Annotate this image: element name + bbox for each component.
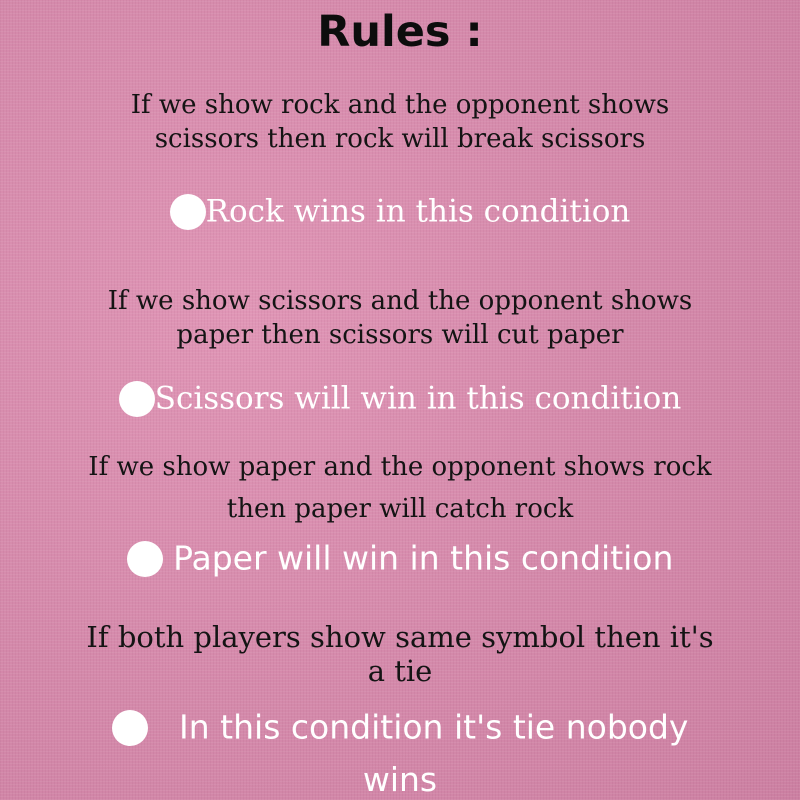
rule-scissors-outcome: Scissors will win in this condition (0, 377, 800, 419)
rule-line: a tie (367, 654, 433, 688)
rule-line: paper then scissors will cut paper (176, 320, 624, 350)
outcome-text: Rock wins in this condition (205, 193, 631, 230)
rule-line: If we show rock and the opponent shows (130, 90, 670, 120)
rule-paper-description: If we show paper and the opponent shows … (0, 450, 800, 526)
bullet-circle-icon (118, 380, 155, 417)
rule-tie-description: If both players show same symbol then it… (0, 620, 800, 688)
rule-rock-outcome: Rock wins in this condition (0, 190, 800, 232)
rule-line: If we show paper and the opponent shows … (88, 452, 712, 482)
rule-line: If both players show same symbol then it… (86, 620, 714, 654)
rule-paper-outcome: Paper will win in this condition (0, 537, 800, 579)
rule-line: scissors then rock will break scissors (154, 124, 646, 154)
rule-line: If we show scissors and the opponent sho… (107, 286, 693, 316)
outcome-text: Scissors will win in this condition (154, 380, 682, 417)
outcome-text: In this condition it's tie nobody (179, 707, 689, 747)
rule-rock-description: If we show rock and the opponent shows s… (0, 88, 800, 156)
rule-line: then paper will catch rock (226, 494, 574, 524)
page-title: Rules : (317, 7, 483, 57)
bullet-circle-icon (126, 540, 163, 577)
rule-scissors-description: If we show scissors and the opponent sho… (0, 284, 800, 352)
outcome-text: Paper will win in this condition (173, 538, 674, 578)
rule-tie-outcome-continued: wins (362, 760, 438, 799)
bullet-circle-icon (169, 193, 206, 230)
rule-tie-outcome: In this condition it's tie nobody (0, 706, 800, 748)
bullet-circle-icon (111, 709, 148, 746)
